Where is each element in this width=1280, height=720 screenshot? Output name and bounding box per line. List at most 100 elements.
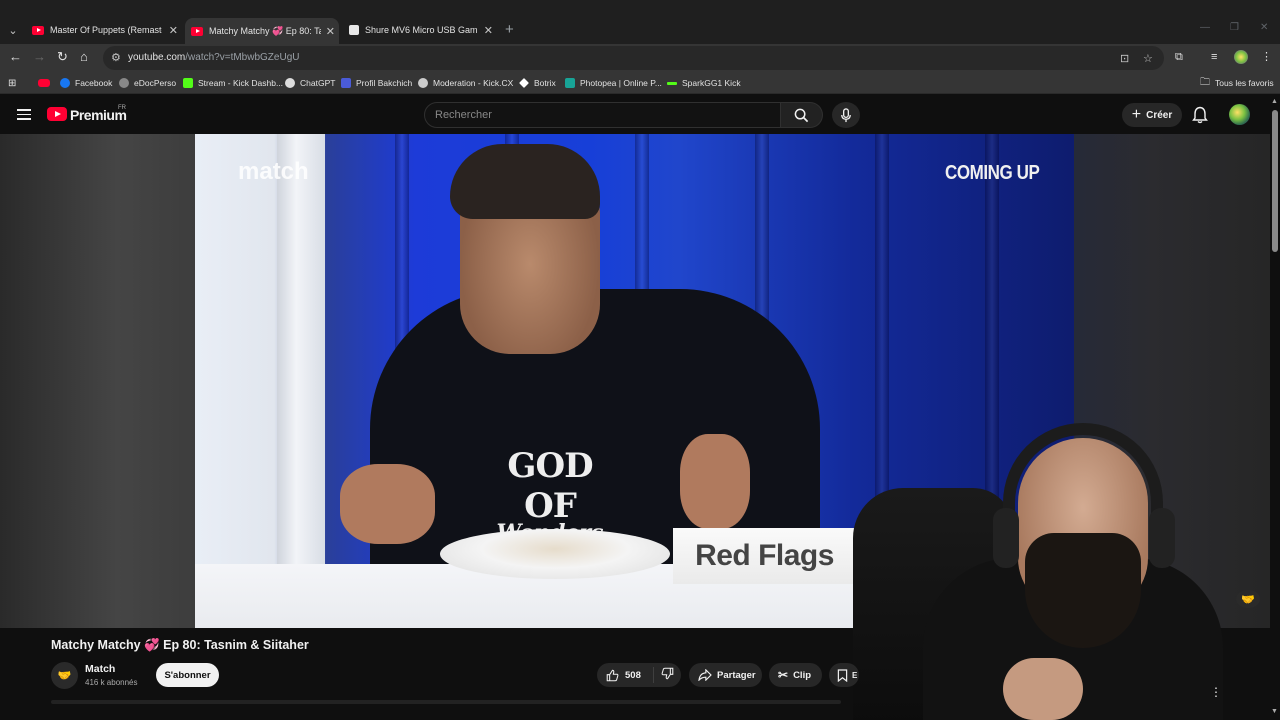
- bookmark-save-icon: [837, 668, 848, 682]
- page-scrollbar[interactable]: ▲ ▼: [1270, 96, 1280, 720]
- hoodie-line1: GOD OF: [507, 446, 593, 526]
- bookmark-label: eDocPerso: [134, 78, 177, 88]
- youtube-icon: [38, 79, 50, 87]
- home-icon[interactable]: ⌂: [80, 49, 88, 64]
- bookmark-botrix[interactable]: Botrix: [519, 76, 556, 90]
- search-icon: [794, 108, 809, 122]
- media-controls-icon[interactable]: ≡: [1211, 51, 1217, 63]
- new-tab-plus-icon[interactable]: +: [505, 21, 514, 38]
- account-avatar[interactable]: [1229, 104, 1250, 125]
- url-path: /watch?v=tMbwbGZeUgU: [185, 52, 300, 63]
- tab-close-icon[interactable]: ✕: [169, 24, 178, 37]
- install-app-icon[interactable]: ⊡: [1120, 52, 1129, 65]
- region-code: FR: [118, 105, 126, 111]
- bakchich-icon: [341, 78, 351, 88]
- voice-search-button[interactable]: [832, 102, 860, 128]
- share-arrow-icon: [698, 669, 712, 681]
- youtube-icon: [32, 25, 44, 35]
- tab-close-icon[interactable]: ✕: [326, 25, 335, 38]
- bookmark-facebook[interactable]: Facebook: [60, 76, 112, 90]
- headphone-earcup: [993, 508, 1019, 568]
- address-bar[interactable]: ⚙ youtube.com/watch?v=tMbwbGZeUgU ⊡ ☆: [103, 46, 1164, 70]
- subscriber-count: 416 k abonnés: [85, 678, 138, 687]
- youtube-logo-icon[interactable]: [47, 107, 67, 121]
- extensions-puzzle-icon[interactable]: ⧉: [1175, 51, 1183, 64]
- browser-menu-icon[interactable]: ⋮: [1261, 50, 1272, 63]
- bookmark-label: Tous les favoris: [1215, 78, 1274, 88]
- search-box[interactable]: [424, 102, 781, 128]
- bookmark-youtube[interactable]: [38, 76, 55, 90]
- all-bookmarks-folder[interactable]: 🗀 Tous les favoris: [1200, 76, 1274, 90]
- tab-close-icon[interactable]: ✕: [484, 24, 493, 37]
- tab-label: Matchy Matchy 💞 Ep 80: Tasnim: [209, 25, 321, 36]
- apps-grid-icon[interactable]: ⊞: [8, 76, 16, 90]
- microphone-icon: [841, 107, 851, 122]
- bookmark-sparkgg1-kick[interactable]: SparkGG1 Kick: [667, 76, 741, 90]
- dislike-button[interactable]: [654, 667, 674, 683]
- search-button[interactable]: [781, 102, 823, 128]
- browser-tab-strip: ⌄ Master Of Puppets (Remastered) ✕ Match…: [0, 0, 1280, 44]
- profile-avatar-icon[interactable]: [1234, 50, 1248, 64]
- search-input[interactable]: [435, 109, 765, 121]
- like-dislike-group: 508: [597, 663, 681, 687]
- more-actions-icon[interactable]: ⋮: [1210, 685, 1222, 699]
- url-host: youtube.com: [128, 52, 186, 63]
- chatgpt-icon: [285, 78, 295, 88]
- coming-up-overlay: COMING UP: [945, 162, 1040, 184]
- food-plate: [440, 529, 670, 579]
- tab-shure-mv6[interactable]: Shure MV6 Micro USB Gaming ✕: [343, 18, 497, 42]
- red-flags-sign: Red Flags: [673, 528, 856, 584]
- tab-master-of-puppets[interactable]: Master Of Puppets (Remastered) ✕: [26, 18, 182, 42]
- reload-icon[interactable]: ↻: [57, 49, 68, 65]
- bookmark-kick-dashboard[interactable]: Stream - Kick Dashb...: [183, 76, 283, 90]
- channel-watermark-icon[interactable]: 🤝: [1236, 590, 1260, 608]
- notifications-bell-icon[interactable]: [1192, 106, 1208, 124]
- bookmark-chatgpt[interactable]: ChatGPT: [285, 76, 335, 90]
- thumbs-up-icon: [606, 669, 619, 681]
- site-info-icon[interactable]: ⚙: [111, 51, 121, 64]
- minimize-icon[interactable]: —: [1200, 22, 1210, 33]
- bookmark-label: Stream - Kick Dashb...: [198, 78, 284, 88]
- url-text[interactable]: youtube.com/watch?v=tMbwbGZeUgU: [128, 52, 299, 63]
- tab-matchy-matchy[interactable]: Matchy Matchy 💞 Ep 80: Tasnim ✕: [185, 18, 339, 44]
- scroll-down-arrow-icon[interactable]: ▼: [1271, 708, 1278, 715]
- clip-label: Clip: [793, 669, 812, 681]
- studio-pillar: [277, 134, 325, 628]
- close-window-icon[interactable]: ✕: [1260, 22, 1268, 33]
- bookmark-edocperso[interactable]: eDocPerso: [119, 76, 176, 90]
- person-left-hand: [340, 464, 435, 544]
- channel-avatar[interactable]: 🤝: [51, 662, 78, 689]
- person-hair: [450, 144, 600, 219]
- save-label: E: [852, 670, 858, 680]
- create-button[interactable]: + Créer: [1122, 103, 1182, 127]
- forward-arrow-icon[interactable]: →: [33, 49, 46, 64]
- bookmark-star-icon[interactable]: ☆: [1143, 52, 1153, 65]
- back-arrow-icon[interactable]: ←: [9, 49, 22, 64]
- scroll-up-arrow-icon[interactable]: ▲: [1271, 98, 1278, 105]
- thumbs-down-icon: [661, 667, 674, 680]
- tab-search-chevron-icon[interactable]: ⌄: [4, 21, 22, 39]
- bookmark-moderation-kick[interactable]: Moderation - Kick.CX: [418, 76, 513, 90]
- facebook-icon: [60, 78, 70, 88]
- share-button[interactable]: Partager: [689, 663, 762, 687]
- bookmarks-bar: ⊞ Facebook eDocPerso Stream - Kick Dashb…: [0, 72, 1280, 94]
- tab-label: Master Of Puppets (Remastered): [50, 25, 162, 35]
- amazon-icon: [349, 25, 359, 35]
- plus-icon: +: [1131, 106, 1142, 123]
- scissors-icon: ✂: [778, 668, 789, 682]
- maximize-icon[interactable]: ❐: [1230, 22, 1239, 33]
- clip-button[interactable]: ✂ Clip: [769, 663, 822, 687]
- bookmark-label: Profil Bakchich: [356, 78, 413, 88]
- streamer-webcam-overlay: [843, 418, 1223, 720]
- bookmark-photopea[interactable]: Photopea | Online P...: [565, 76, 662, 90]
- channel-name[interactable]: Match: [85, 663, 115, 675]
- like-button[interactable]: 508: [597, 667, 654, 683]
- hamburger-menu-icon[interactable]: [17, 109, 31, 120]
- bookmark-profil-bakchich[interactable]: Profil Bakchich: [341, 76, 412, 90]
- save-button[interactable]: E: [829, 663, 859, 687]
- description-box-edge: [51, 700, 841, 704]
- scrollbar-thumb[interactable]: [1272, 110, 1278, 252]
- subscribe-button[interactable]: S'abonner: [156, 663, 219, 687]
- photopea-icon: [565, 78, 575, 88]
- kick-icon: [183, 78, 193, 88]
